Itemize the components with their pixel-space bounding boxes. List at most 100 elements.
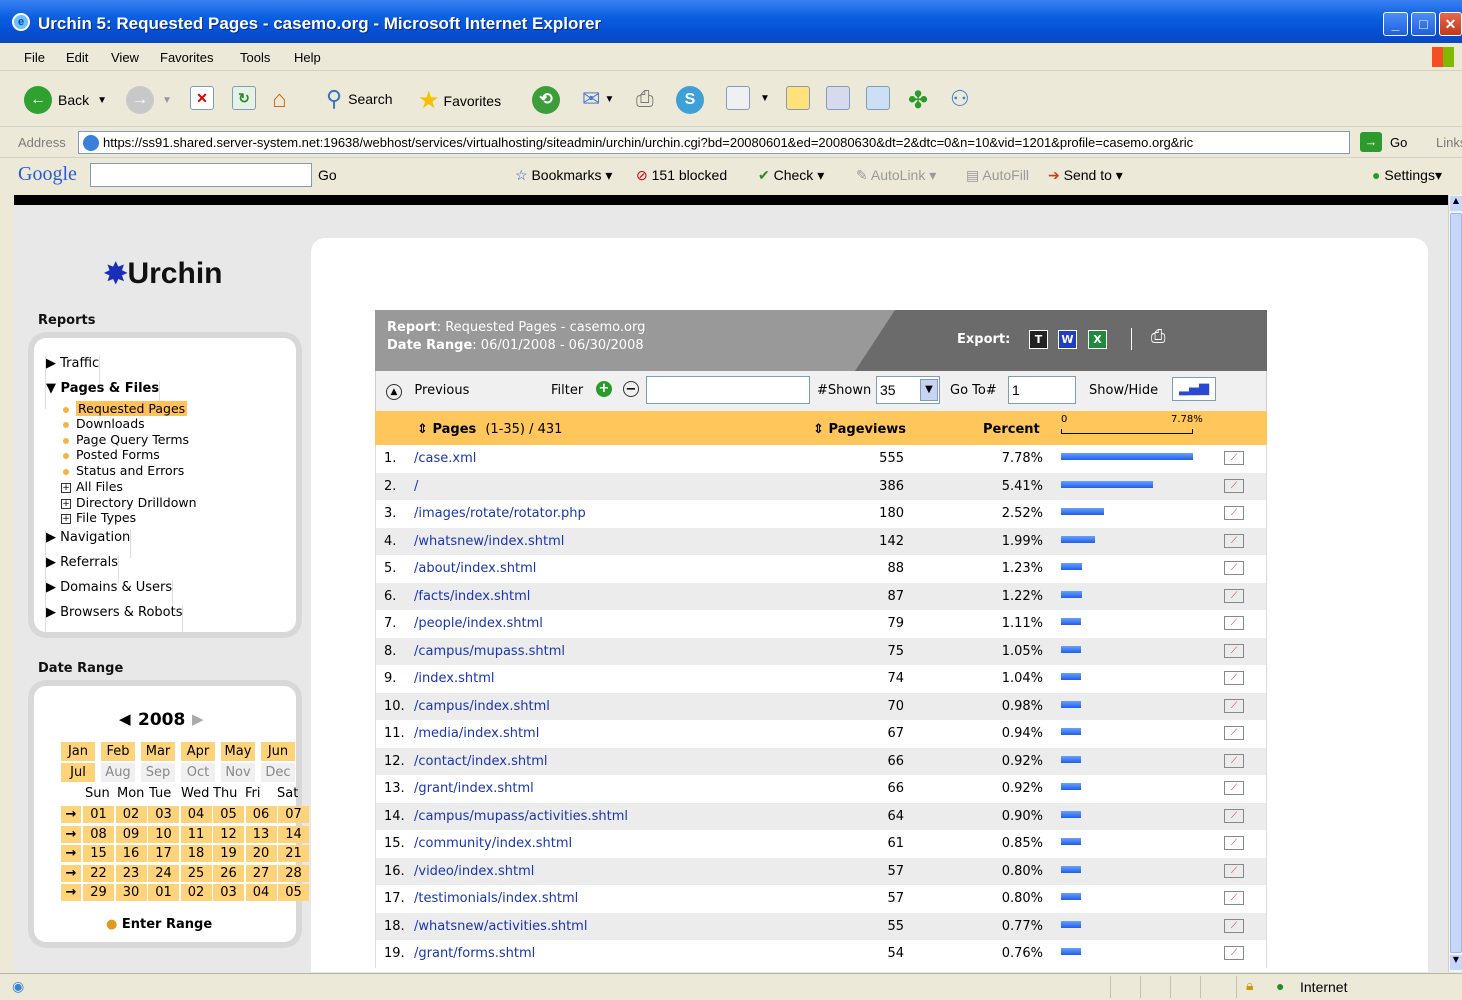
- autofill-button[interactable]: ▤ AutoFill: [966, 167, 1029, 184]
- chevron-down-icon[interactable]: ▼: [920, 379, 938, 401]
- stop-button[interactable]: ✕: [190, 86, 214, 110]
- trend-graph-icon[interactable]: ⟋: [1224, 616, 1244, 630]
- calendar-day[interactable]: 06: [245, 806, 277, 823]
- close-button[interactable]: ✕: [1439, 12, 1462, 36]
- select-week-icon[interactable]: →: [61, 806, 81, 823]
- export-excel-icon[interactable]: X: [1088, 330, 1107, 349]
- goto-input[interactable]: [1008, 376, 1076, 404]
- settings-button[interactable]: ● Settings▾: [1372, 167, 1442, 184]
- calendar-day[interactable]: 21: [278, 845, 309, 863]
- trend-graph-icon[interactable]: ⟋: [1224, 588, 1244, 603]
- trend-graph-icon[interactable]: ⟋: [1224, 698, 1244, 713]
- maximize-button[interactable]: □: [1411, 12, 1436, 36]
- search-button[interactable]: ⚲ Search: [326, 86, 392, 112]
- calendar-day[interactable]: 05: [213, 806, 244, 823]
- page-link[interactable]: /contact/index.shtml: [414, 754, 548, 769]
- calendar-day[interactable]: 25: [180, 864, 212, 882]
- trend-graph-icon[interactable]: ⟋: [1224, 808, 1244, 823]
- nav-all-files[interactable]: + All Files: [61, 479, 123, 494]
- calendar-day[interactable]: 04: [180, 806, 212, 823]
- export-text-icon[interactable]: T: [1029, 330, 1048, 349]
- calendar-day[interactable]: 19: [213, 845, 244, 863]
- trend-graph-icon[interactable]: ⟋: [1224, 533, 1244, 548]
- trend-graph-icon[interactable]: ⟋: [1224, 753, 1244, 768]
- history-button[interactable]: ⟲: [532, 86, 560, 114]
- calendar-day[interactable]: 30: [115, 884, 147, 902]
- word-button[interactable]: ▼: [726, 86, 770, 110]
- prev-year-icon[interactable]: ◀: [119, 710, 131, 728]
- autolink-button[interactable]: ✎ AutoLink ▾: [856, 167, 936, 184]
- page-link[interactable]: /facts/index.shtml: [414, 589, 530, 604]
- month-oct[interactable]: Oct: [181, 763, 215, 782]
- calendar-day[interactable]: 03: [213, 884, 244, 902]
- links-button[interactable]: Links: [1436, 135, 1462, 150]
- calendar-day[interactable]: 01: [148, 884, 179, 902]
- month-mar[interactable]: Mar: [141, 742, 175, 761]
- page-link[interactable]: /whatsnew/index.shtml: [414, 534, 564, 549]
- month-dec[interactable]: Dec: [261, 763, 295, 782]
- month-sep[interactable]: Sep: [141, 763, 175, 782]
- refresh-button[interactable]: ↻: [232, 86, 256, 110]
- scroll-thumb[interactable]: [1450, 213, 1462, 953]
- nav-requested-pages[interactable]: Requested Pages: [63, 401, 188, 416]
- go-arrow-icon[interactable]: →: [1360, 132, 1382, 152]
- home-button[interactable]: ⌂: [272, 86, 287, 114]
- tools-button[interactable]: [866, 86, 890, 110]
- clover-button[interactable]: ✤: [908, 86, 928, 115]
- address-input[interactable]: https://ss91.shared.server-system.net:19…: [78, 131, 1350, 154]
- filter-input[interactable]: [646, 376, 810, 404]
- calendar-day[interactable]: 24: [148, 864, 179, 882]
- research-button[interactable]: [826, 86, 850, 110]
- previous-button[interactable]: ▲ Previous: [386, 383, 469, 400]
- trend-graph-icon[interactable]: ⟋: [1224, 671, 1244, 685]
- month-nov[interactable]: Nov: [221, 763, 255, 782]
- calendar-day[interactable]: 28: [278, 864, 309, 882]
- calendar-day[interactable]: 14: [278, 825, 309, 843]
- nav-traffic[interactable]: ▶ Traffic: [45, 356, 101, 384]
- calendar-day[interactable]: 15: [83, 845, 114, 863]
- calendar-day[interactable]: 12: [213, 825, 244, 843]
- messenger-button[interactable]: S: [676, 86, 704, 114]
- sendto-button[interactable]: ➔ Send to ▾: [1048, 167, 1123, 184]
- trend-graph-icon[interactable]: ⟋: [1224, 891, 1244, 905]
- trend-graph-icon[interactable]: ⟋: [1224, 478, 1244, 493]
- trend-graph-icon[interactable]: ⟋: [1224, 726, 1244, 740]
- page-link[interactable]: /images/rotate/rotator.php: [414, 506, 586, 521]
- calendar-day[interactable]: 09: [115, 825, 147, 843]
- page-link[interactable]: /community/index.shtml: [414, 836, 572, 851]
- calendar-day[interactable]: 02: [115, 806, 147, 823]
- page-link[interactable]: /campus/mupass.shtml: [414, 644, 565, 659]
- calendar-day[interactable]: 27: [245, 864, 277, 882]
- month-feb[interactable]: Feb: [101, 742, 135, 761]
- col-pages[interactable]: ⇕ Pages (1-35) / 431: [417, 422, 562, 437]
- calendar-day[interactable]: 26: [213, 864, 244, 882]
- page-link[interactable]: /whatsnew/activities.shtml: [414, 919, 587, 934]
- menu-tools[interactable]: Tools: [240, 50, 270, 65]
- calendar-day[interactable]: 18: [180, 845, 212, 863]
- menu-help[interactable]: Help: [294, 50, 321, 65]
- minimize-button[interactable]: _: [1383, 12, 1408, 36]
- page-link[interactable]: /: [414, 479, 418, 494]
- scroll-down-icon[interactable]: ▼: [1450, 955, 1462, 970]
- nav-directory-drilldown[interactable]: + Directory Drilldown: [61, 495, 197, 510]
- back-button[interactable]: ← Back ▼: [24, 86, 107, 114]
- calendar-day[interactable]: 20: [245, 845, 277, 863]
- month-jun[interactable]: Jun: [261, 742, 295, 761]
- calendar-day[interactable]: 23: [115, 864, 147, 882]
- calendar-day[interactable]: 29: [83, 884, 114, 902]
- nav-posted-forms[interactable]: Posted Forms: [63, 447, 160, 462]
- scroll-up-icon[interactable]: ▲: [1450, 196, 1462, 211]
- month-jul[interactable]: Jul: [61, 763, 95, 782]
- calendar-day[interactable]: 07: [278, 806, 309, 823]
- google-go-button[interactable]: Go: [318, 167, 337, 183]
- nav-status-errors[interactable]: Status and Errors: [63, 463, 184, 478]
- calendar-day[interactable]: 13: [245, 825, 277, 843]
- page-link[interactable]: /media/index.shtml: [414, 726, 539, 741]
- calendar-day[interactable]: 08: [83, 825, 114, 843]
- page-link[interactable]: /video/index.shtml: [414, 864, 534, 879]
- calendar-day[interactable]: 01: [83, 806, 114, 823]
- calendar-day[interactable]: 02: [180, 884, 212, 902]
- nav-domains-users[interactable]: ▶ Domains & Users: [45, 580, 174, 608]
- page-link[interactable]: /case.xml: [414, 451, 476, 466]
- menu-favorites[interactable]: Favorites: [160, 50, 213, 65]
